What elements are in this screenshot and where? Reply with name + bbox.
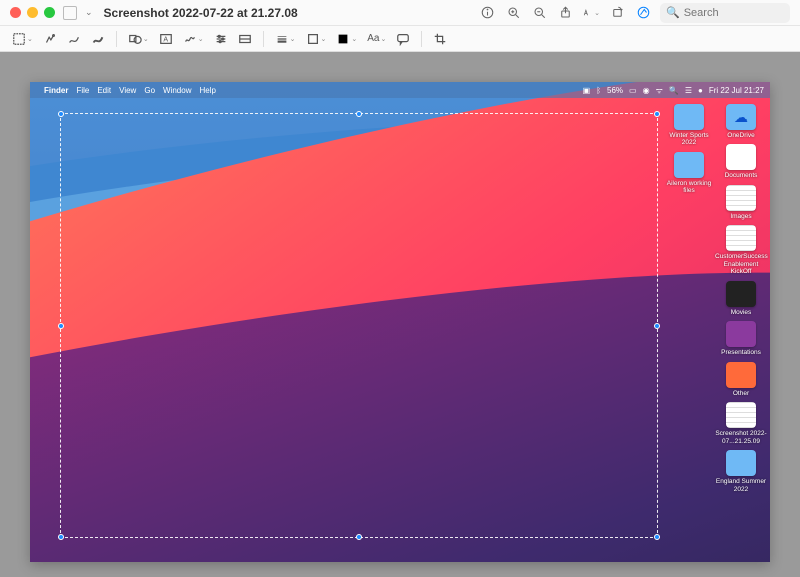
desktop-item[interactable]: Aileron working files — [666, 152, 712, 195]
desktop-item-label: Screenshot 2022-07...21.25.09 — [715, 430, 767, 445]
fill-color-tool[interactable]: ⌄ — [334, 30, 359, 48]
draw-tool[interactable] — [89, 30, 107, 48]
menu-go: Go — [144, 86, 155, 95]
text-tool[interactable]: A — [157, 30, 175, 48]
desktop-item[interactable]: Other — [718, 362, 764, 397]
desktop-menubar: Finder File Edit View Go Window Help ▣ ᛒ… — [30, 82, 770, 98]
shapes-tool[interactable]: ⌄ — [126, 30, 151, 48]
selection-tool[interactable]: ⌄ — [10, 30, 35, 48]
close-window-button[interactable] — [10, 7, 21, 18]
adjust-size-tool[interactable] — [236, 30, 254, 48]
sign-tool[interactable]: ⌄ — [181, 30, 206, 48]
desktop-item-label: England Summer 2022 — [715, 478, 767, 493]
selection-handle[interactable] — [356, 111, 362, 117]
selection-handle[interactable] — [654, 323, 660, 329]
desktop-item-label: Winter Sports 2022 — [663, 132, 715, 147]
desktop-item-label: Images — [715, 213, 767, 220]
desktop-item[interactable]: ☁ OneDrive — [718, 104, 764, 139]
desktop-item-label: Documents — [715, 172, 767, 179]
menu-help: Help — [199, 86, 215, 95]
desktop-item-label: OneDrive — [715, 132, 767, 139]
menu-view: View — [119, 86, 136, 95]
desktop-item[interactable]: England Summer 2022 — [718, 450, 764, 493]
menu-window: Window — [163, 86, 191, 95]
battery-icon: ▭ — [629, 86, 637, 95]
desktop-item-label: Other — [715, 390, 767, 397]
airdrop-icon: ◉ — [643, 86, 650, 95]
desktop-item-icon — [674, 152, 704, 178]
share-button[interactable] — [556, 4, 574, 22]
desktop-item[interactable]: Movies — [718, 281, 764, 316]
preview-window: ⌄ Screenshot 2022-07-22 at 21.27.08 ⌄ 🔍 … — [0, 0, 800, 577]
traffic-lights — [10, 7, 55, 18]
desktop-item-icon — [674, 104, 704, 130]
menubar-datetime: Fri 22 Jul 21:27 — [709, 86, 764, 95]
desktop-item-icon — [726, 144, 756, 170]
document-proxy-icon[interactable] — [63, 6, 77, 20]
desktop-item-icon — [726, 321, 756, 347]
desktop-item-icon — [726, 185, 756, 211]
zoom-in-button[interactable] — [504, 4, 522, 22]
info-button[interactable] — [478, 4, 496, 22]
markup-button[interactable] — [634, 4, 652, 22]
search-icon: 🔍 — [666, 6, 680, 19]
fullscreen-window-button[interactable] — [44, 7, 55, 18]
desktop-item-label: Movies — [715, 309, 767, 316]
desktop-item-label: Aileron working files — [663, 180, 715, 195]
font-style-tool[interactable]: Aa⌄ — [365, 30, 388, 48]
adjust-color-tool[interactable] — [212, 30, 230, 48]
wifi-icon: ᯤ — [656, 85, 663, 96]
stroke-color-tool[interactable]: ⌄ — [304, 30, 329, 48]
siri-icon: ● — [698, 86, 703, 95]
menu-file: File — [76, 86, 89, 95]
highlight-button[interactable]: ⌄ — [582, 4, 600, 22]
zoom-out-button[interactable] — [530, 4, 548, 22]
desktop-item[interactable]: Winter Sports 2022 — [666, 104, 712, 147]
desktop-icons: Winter Sports 2022Aileron working files … — [666, 104, 764, 493]
selection-handle[interactable] — [58, 534, 64, 540]
app-name: Finder — [44, 86, 68, 95]
crop-tool[interactable] — [431, 30, 449, 48]
window-title: Screenshot 2022-07-22 at 21.27.08 — [104, 6, 298, 20]
desktop-item[interactable]: Presentations — [718, 321, 764, 356]
selection-handle[interactable] — [356, 534, 362, 540]
desktop-item[interactable]: CustomerSuccess Enablement KickOff — [718, 225, 764, 275]
selection-handle[interactable] — [654, 111, 660, 117]
battery-percent: 56% — [607, 86, 623, 95]
rotate-button[interactable] — [608, 4, 626, 22]
desktop-item-icon — [726, 281, 756, 307]
canvas-area: Finder File Edit View Go Window Help ▣ ᛒ… — [0, 52, 800, 577]
desktop-item-icon — [726, 402, 756, 428]
desktop-item[interactable]: Images — [718, 185, 764, 220]
desktop-item-label: Presentations — [715, 349, 767, 356]
instant-alpha-tool[interactable] — [41, 30, 59, 48]
search-input[interactable] — [684, 7, 784, 19]
desktop-item-icon: ☁ — [726, 104, 756, 130]
desktop-item[interactable]: Screenshot 2022-07...21.25.09 — [718, 402, 764, 445]
selection-marquee[interactable] — [60, 113, 658, 538]
desktop-item-icon — [726, 362, 756, 388]
selection-handle[interactable] — [58, 111, 64, 117]
control-center-icon: ☰ — [685, 86, 692, 95]
search-box[interactable]: 🔍 — [660, 3, 790, 23]
desktop-item[interactable]: Documents — [718, 144, 764, 179]
annotate-tool[interactable] — [394, 30, 412, 48]
markup-toolbar: ⌄ ⌄ A ⌄ ⌄ ⌄ ⌄ Aa⌄ — [0, 26, 800, 52]
titlebar: ⌄ Screenshot 2022-07-22 at 21.27.08 ⌄ 🔍 — [0, 0, 800, 26]
selection-handle[interactable] — [654, 534, 660, 540]
spotlight-icon: 🔍 — [669, 86, 679, 95]
svg-text:A: A — [163, 36, 168, 43]
inner-screenshot[interactable]: Finder File Edit View Go Window Help ▣ ᛒ… — [30, 82, 770, 562]
desktop-item-icon — [726, 225, 756, 251]
desktop-item-icon — [726, 450, 756, 476]
sketch-tool[interactable] — [65, 30, 83, 48]
bluetooth-icon: ᛒ — [596, 86, 601, 95]
menubar-extra-icon: ▣ — [583, 86, 591, 95]
selection-handle[interactable] — [58, 323, 64, 329]
stroke-width-tool[interactable]: ⌄ — [273, 30, 298, 48]
title-dropdown-chevron[interactable]: ⌄ — [85, 7, 93, 18]
minimize-window-button[interactable] — [27, 7, 38, 18]
menu-edit: Edit — [97, 86, 111, 95]
desktop-item-label: CustomerSuccess Enablement KickOff — [715, 253, 767, 275]
